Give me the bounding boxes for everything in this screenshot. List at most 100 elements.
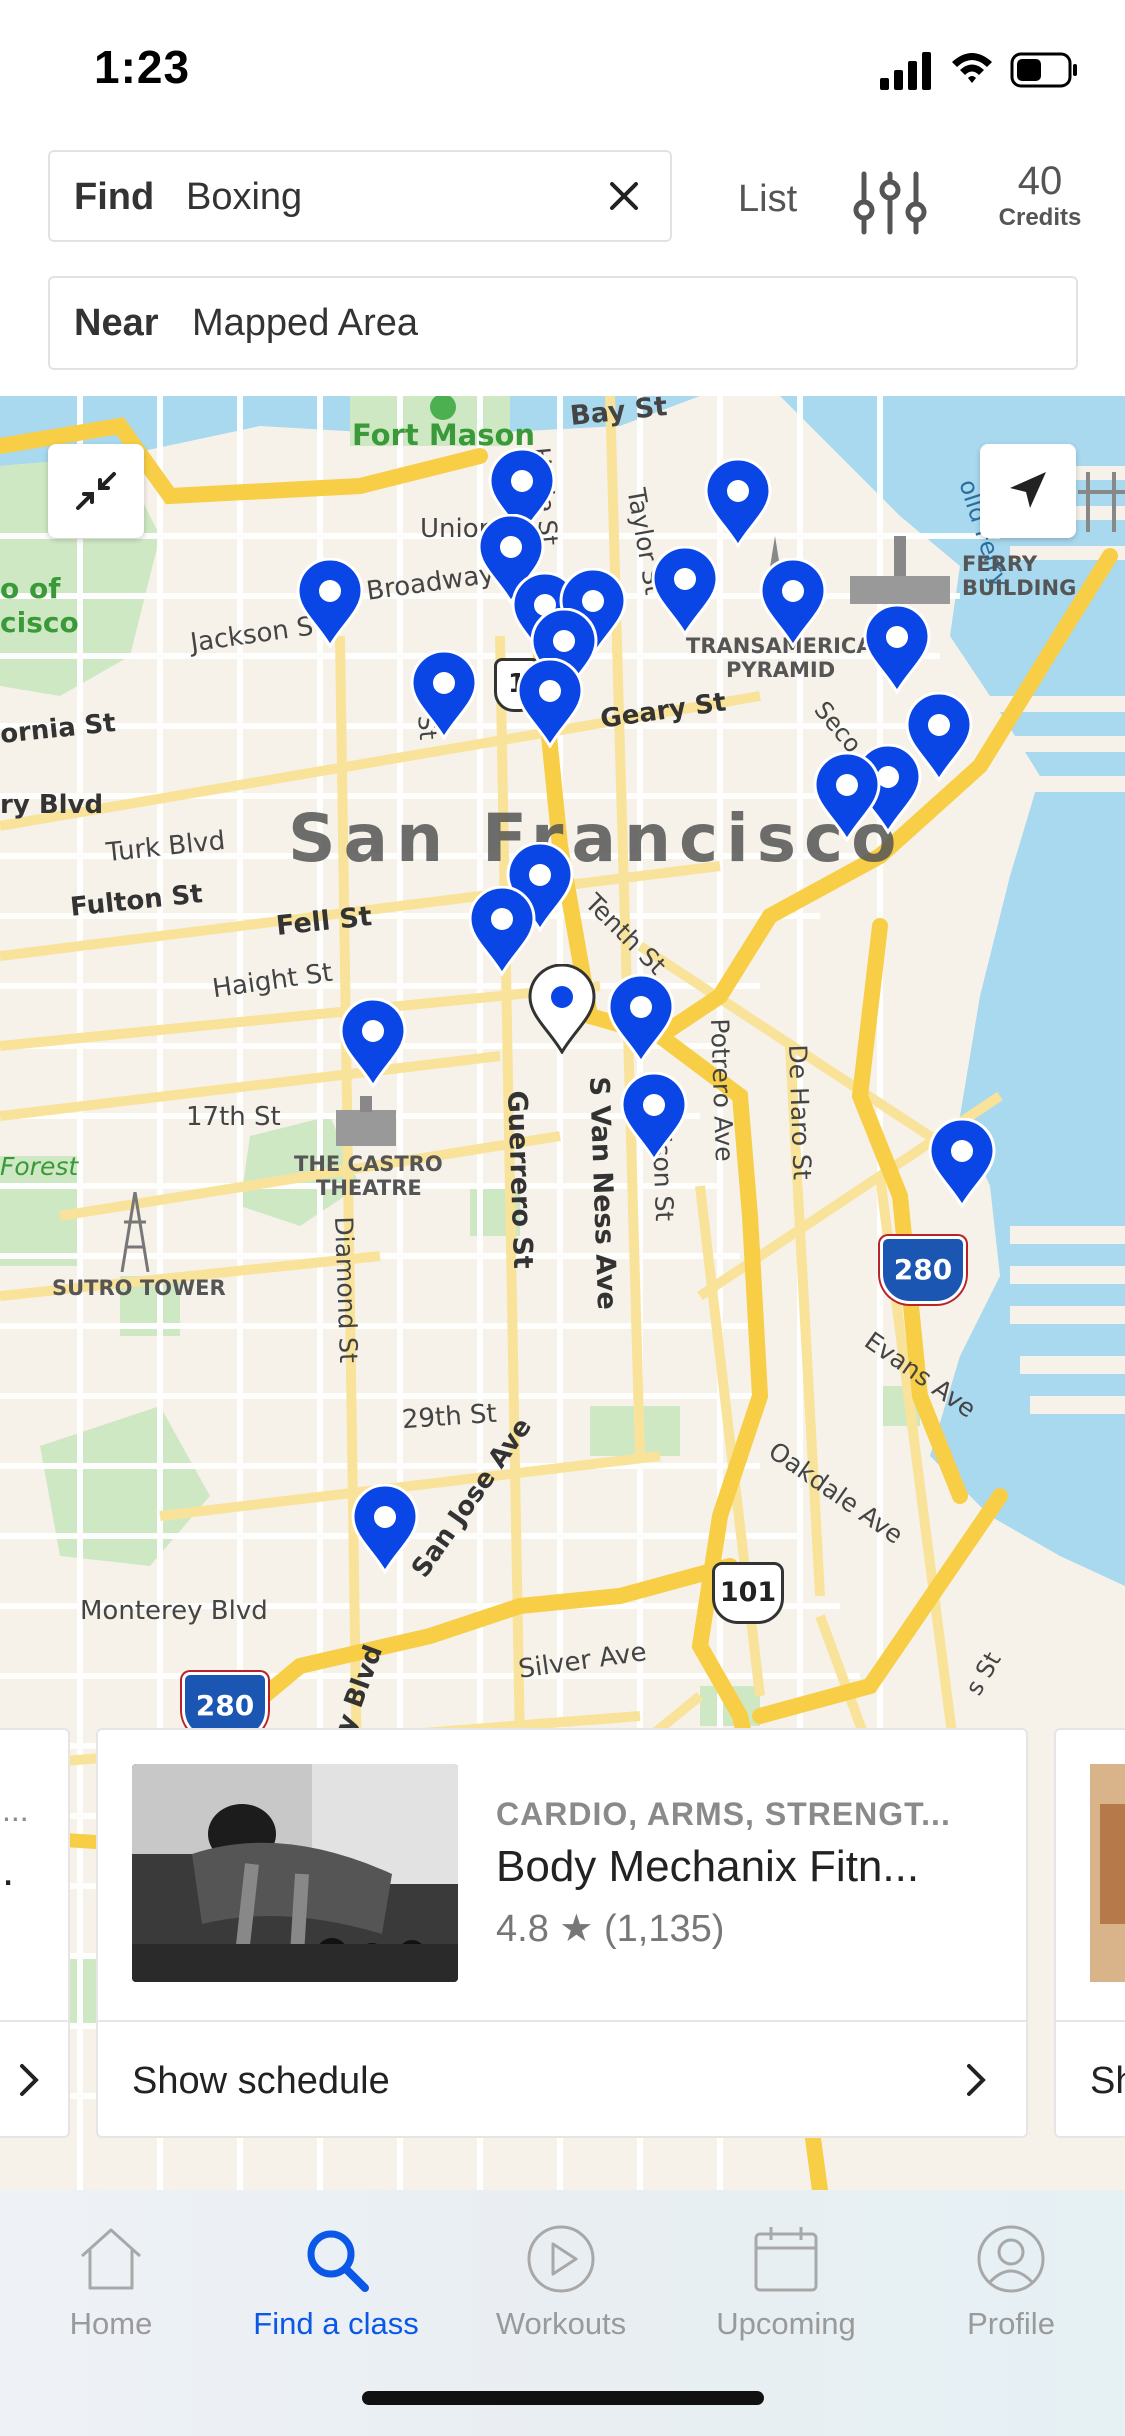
us-101-shield: 101: [712, 1562, 784, 1624]
status-time: 1:23: [94, 41, 191, 93]
castro-theatre-icon: [336, 1096, 396, 1146]
studio-pin[interactable]: [606, 973, 676, 1065]
collapse-arrows-icon: [76, 472, 116, 510]
close-icon: [610, 182, 638, 210]
find-value[interactable]: Boxing: [186, 176, 302, 219]
status-bar: 1:23: [0, 0, 1125, 140]
studio-pin[interactable]: [350, 1483, 420, 1575]
map-pin-icon: [928, 1117, 996, 1209]
map-pin-icon: [704, 457, 772, 549]
studio-pin[interactable]: [338, 997, 408, 1089]
map-label-guerrero-st: Guerrero St: [501, 1090, 539, 1270]
credits-count: 40: [1017, 159, 1063, 203]
wifi-icon: [952, 53, 992, 83]
map-pin-icon: [607, 973, 675, 1065]
map-label-castro-1: THE CASTRO: [294, 1152, 443, 1176]
studio-card-previous[interactable]: ... .: [0, 1728, 70, 2138]
near-label: Near: [74, 302, 159, 344]
home-indicator[interactable]: [362, 2391, 764, 2405]
shield-280-b-label: 280: [195, 1689, 255, 1722]
map-pin-icon: [620, 1071, 688, 1163]
card-divider: [0, 2020, 68, 2022]
map-label-cisco: cisco: [0, 606, 79, 639]
studio-pin[interactable]: [619, 1071, 689, 1163]
map-label-o-of: o of: [0, 572, 61, 605]
tab-workouts-label: Workouts: [495, 2306, 627, 2341]
map-pin-icon: [468, 885, 536, 977]
map-label-ferry-building-2: BUILDING: [962, 576, 1077, 600]
studio-pin[interactable]: [703, 457, 773, 549]
map-pin-icon: [339, 997, 407, 1089]
show-schedule-link[interactable]: Show schedule: [132, 2060, 390, 2103]
current-location-button[interactable]: [980, 444, 1076, 538]
map-pin-icon: [863, 603, 931, 695]
near-field[interactable]: Near Mapped Area: [48, 276, 1078, 370]
map-pin-icon: [651, 545, 719, 637]
tab-upcoming[interactable]: Upcoming: [676, 2210, 896, 2350]
find-label: Find: [74, 176, 155, 218]
filter-button[interactable]: [850, 168, 930, 238]
studio-pin[interactable]: [758, 557, 828, 649]
studio-pin[interactable]: [295, 557, 365, 649]
signal-icon: [880, 52, 931, 90]
tab-profile-label: Profile: [967, 2306, 1055, 2341]
search-icon: [307, 2230, 369, 2292]
bay-bridge-icon: [1078, 472, 1125, 532]
selected-studio-pin[interactable]: [527, 963, 597, 1055]
sliders-icon: [853, 171, 927, 235]
interstate-280-shield-a: 280: [880, 1236, 966, 1304]
card-prev-partial-category: ...: [2, 1792, 29, 1828]
studio-name[interactable]: Body Mechanix Fitn...: [496, 1842, 919, 1892]
studio-pin[interactable]: [515, 657, 585, 749]
shield-280-a-label: 280: [893, 1253, 953, 1286]
clear-search-button[interactable]: [600, 172, 648, 220]
map-label-diamond-st: Diamond St: [329, 1216, 364, 1364]
list-view-button[interactable]: List: [738, 178, 797, 221]
map-label-forest: Forest: [0, 1152, 79, 1181]
map-pin-icon: [813, 751, 881, 843]
studio-photo-next: [1090, 1764, 1125, 1982]
sutro-tower-icon: [120, 1192, 150, 1272]
collapse-map-button[interactable]: [48, 444, 144, 538]
tab-find-a-class-label: Find a class: [253, 2306, 419, 2341]
tab-workouts[interactable]: Workouts: [451, 2210, 671, 2350]
map-pin-icon: [516, 657, 584, 749]
tab-upcoming-label: Upcoming: [716, 2306, 856, 2341]
studio-pin[interactable]: [862, 603, 932, 695]
chevron-right-icon: [20, 2064, 39, 2096]
studio-rating: 4.8 ★ (1,135): [496, 1908, 725, 1950]
map-pin-selected-icon: [528, 963, 596, 1055]
map-pin-icon: [410, 649, 478, 741]
map-label-ferry-building-1: FERRY: [962, 552, 1038, 576]
studio-card-next[interactable]: Sh: [1054, 1728, 1125, 2138]
near-value[interactable]: Mapped Area: [192, 302, 418, 345]
map-pin-icon: [296, 557, 364, 649]
studio-pin[interactable]: [650, 545, 720, 637]
find-field[interactable]: Find Boxing: [48, 150, 672, 242]
card-divider: [1056, 2020, 1125, 2022]
studio-pin[interactable]: [927, 1117, 997, 1209]
map-label-transamerica-2: PYRAMID: [726, 658, 836, 682]
search-area: Find Boxing List 40 Credits Near Mapped …: [0, 140, 1125, 396]
battery-icon: [1010, 52, 1077, 88]
map-label-sutro-tower: SUTRO TOWER: [52, 1276, 226, 1300]
studio-pin[interactable]: [467, 885, 537, 977]
map-label-de-haro-st: De Haro St: [783, 1044, 817, 1181]
card-divider: [98, 2020, 1026, 2022]
credits-indicator[interactable]: 40 Credits: [985, 158, 1095, 232]
home-icon: [80, 2228, 142, 2290]
studio-card[interactable]: CARDIO, ARMS, STRENGT... Body Mechanix F…: [96, 1728, 1028, 2138]
map-label-monterey-blvd: Monterey Blvd: [80, 1596, 268, 1626]
tab-profile[interactable]: Profile: [901, 2210, 1121, 2350]
studio-pin[interactable]: [409, 649, 479, 741]
profile-icon: [977, 2225, 1045, 2293]
studio-pin[interactable]: [812, 751, 882, 843]
studio-photo: [132, 1764, 458, 1982]
tab-find-a-class[interactable]: Find a class: [226, 2210, 446, 2350]
studio-cards-carousel[interactable]: ... . CARDIO, ARMS, STRENGT... Body Mech…: [0, 1728, 1125, 2138]
map-pin-icon: [759, 557, 827, 649]
tab-home[interactable]: Home: [1, 2210, 221, 2350]
ferry-building-icon: [850, 536, 950, 604]
status-icons: [880, 48, 1080, 92]
card-next-schedule-partial[interactable]: Sh: [1090, 2060, 1125, 2103]
